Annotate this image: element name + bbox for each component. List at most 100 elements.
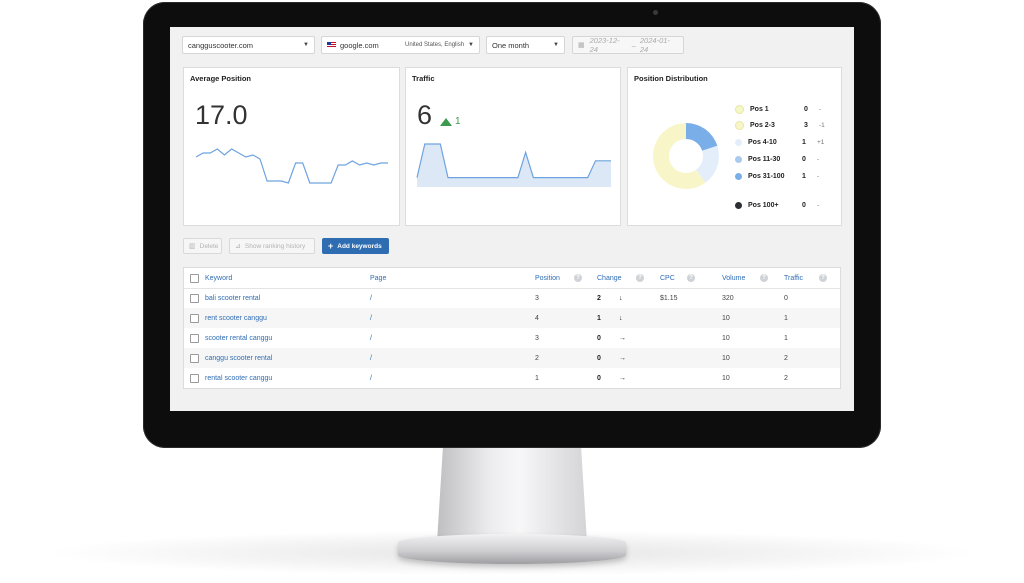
row-checkbox[interactable] [190,373,199,383]
legend-label: Pos 1 [750,106,769,113]
legend-count: 3 [804,122,808,129]
traffic-card: Traffic 6 1 [405,67,621,226]
row-checkbox[interactable] [190,293,199,303]
legend-item: Pos 31-100 1 - [735,172,819,181]
page-link[interactable]: / [370,288,372,308]
help-icon[interactable]: ? [574,274,582,282]
help-icon[interactable]: ? [687,274,695,282]
arrow-up-icon [440,117,452,126]
legend-label: Pos 4-10 [748,139,777,146]
legend-item: Pos 100+ 0 - [735,201,819,210]
legend-change: - [817,202,820,209]
delete-button[interactable]: ▥ Delete [183,238,222,254]
table-row[interactable]: canggu scooter rental / 2 0 → 10 2 [184,348,840,368]
volume-value: 320 [722,294,734,302]
volume-value: 10 [722,334,730,342]
table-row[interactable]: scooter rental canggu / 3 0 → 10 1 [184,328,840,348]
traffic-value: 2 [784,354,788,362]
header-change[interactable]: Change [597,268,622,288]
chevron-down-icon: ▼ [553,42,559,48]
position-value: 3 [535,294,539,302]
calendar-icon: ▦ [578,42,585,49]
header-volume[interactable]: Volume [722,268,745,288]
table-row[interactable]: rent scooter canggu / 4 1 ↓ 10 1 [184,308,840,328]
legend-count: 0 [802,156,806,163]
help-icon[interactable]: ? [760,274,768,282]
page-link[interactable]: / [370,348,372,368]
date-to: 2024-01-24 [639,36,670,54]
page-link[interactable]: / [370,328,372,348]
legend-count: 1 [802,139,806,146]
legend-color-dot [735,139,742,146]
legend-change: - [817,156,820,163]
keywords-table: Keyword Page Position ? Change ? CPC ? V… [183,267,841,389]
arrow-right-icon: → [619,354,626,362]
keyword-link[interactable]: rental scooter canggu [205,368,272,388]
table-header: Keyword Page Position ? Change ? CPC ? V… [184,268,840,289]
page-link[interactable]: / [370,368,372,388]
chevron-down-icon: ▼ [303,42,309,48]
legend-count: 0 [804,106,808,113]
arrow-right-icon: → [619,374,626,382]
legend-color-dot [735,121,744,130]
header-keyword[interactable]: Keyword [205,268,232,288]
locale-label: United States, English [405,42,465,48]
traffic-value: 1 [784,334,788,342]
legend-item: Pos 2-3 3 -1 [735,121,825,130]
table-row[interactable]: bali scooter rental / 3 2 ↓ $1.15 320 0 [184,288,840,308]
change-value: 0 [597,354,601,362]
chart-icon: ⊿ [235,243,241,250]
keyword-link[interactable]: bali scooter rental [205,288,260,308]
arrow-down-icon: ↓ [619,314,623,322]
help-icon[interactable]: ? [636,274,644,282]
camera-icon [653,10,658,15]
change-value: 1 [597,314,601,322]
traffic-sparkline [416,143,611,187]
legend-color-dot [735,105,744,114]
date-range-input[interactable]: ▦ 2023-12-24 – 2024-01-24 [572,36,684,54]
plus-icon: + [328,241,334,251]
table-row[interactable]: rental scooter canggu/1 0 → 10 2 [184,368,840,388]
card-title: Position Distribution [634,74,708,83]
keyword-link[interactable]: scooter rental canggu [205,328,272,348]
engine-select[interactable]: google.com United States, English ▼ [321,36,480,54]
position-value: 3 [535,334,539,342]
header-position[interactable]: Position [535,268,560,288]
us-flag-icon [327,42,336,48]
domain-select[interactable]: cangguscooter.com ▼ [182,36,315,54]
position-value: 4 [535,314,539,322]
volume-value: 10 [722,314,730,322]
header-page[interactable]: Page [370,268,386,288]
help-icon[interactable]: ? [819,274,827,282]
donut-slice [686,123,718,151]
period-select[interactable]: One month ▼ [486,36,565,54]
arrow-right-icon: → [619,334,626,342]
keyword-link[interactable]: canggu scooter rental [205,348,272,368]
row-checkbox[interactable] [190,333,199,343]
average-position-line [195,148,388,184]
legend-label: Pos 31-100 [748,173,785,180]
add-keywords-label: Add keywords [337,242,382,250]
history-label: Show ranking history [244,242,306,250]
select-all-checkbox[interactable] [190,273,199,283]
keyword-link[interactable]: rent scooter canggu [205,308,267,328]
add-keywords-button[interactable]: + Add keywords [322,238,389,254]
position-distribution-card: Position Distribution Pos 1 0 - Pos 2-3 3 - 1 P… [627,67,842,226]
legend-item: Pos 4-10 1 +1 [735,138,824,147]
legend-label: Pos 2-3 [750,122,775,129]
header-traffic[interactable]: Traffic [784,268,803,288]
date-from: 2023-12-24 [589,36,620,54]
row-checkbox[interactable] [190,313,199,323]
change-value: 0 [597,374,601,382]
traffic-value: 0 [784,294,788,302]
legend-color-dot [735,156,742,163]
monitor-stand-base [398,534,626,564]
header-cpc[interactable]: CPC [660,268,675,288]
cpc-value: $1.15 [660,294,678,302]
row-checkbox[interactable] [190,353,199,363]
legend-change: - [819,106,822,113]
legend-item: Pos 11-30 0 - [735,155,819,164]
show-ranking-history-button[interactable]: ⊿ Show ranking history [229,238,315,254]
page-link[interactable]: / [370,308,372,328]
traffic-delta-value: 1 [455,116,461,127]
